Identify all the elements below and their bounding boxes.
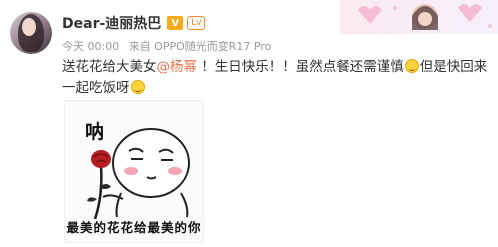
post-text-part2: ！生日快乐！！虽然点餐还需谨慎 [197,59,404,75]
smile-emoji-icon [130,80,145,94]
username-link[interactable]: Dear-迪丽热巴 [62,13,161,33]
avatar[interactable] [10,12,52,54]
mention-link[interactable]: @杨幂 [157,59,198,75]
post-meta: 今天 00:00 来自 OPPO随光而变R17 Pro [62,38,277,54]
verified-badge-icon[interactable]: V [167,16,184,30]
avatar-face [22,18,36,36]
post-text-part1: 送花花给大美女 [62,59,157,75]
user-header: Dear-迪丽热巴 V Lv [62,12,206,34]
member-level-icon[interactable]: Lv [187,16,206,30]
post-text: 送花花给大美女@杨幂 ！生日快乐！！虽然点餐还需谨慎 但是快回来一起吃饭呀 [62,57,490,99]
post-source[interactable]: 来自 OPPO随光而变R17 Pro [129,40,272,53]
post-time[interactable]: 今天 00:00 [62,40,119,53]
sticker-caption: 最美的花花给最美的你 [66,220,202,235]
decorative-banner [340,0,498,34]
grin-emoji-icon [404,59,419,73]
post-image[interactable]: 呐 最美的花花给最美的你 [64,100,204,243]
